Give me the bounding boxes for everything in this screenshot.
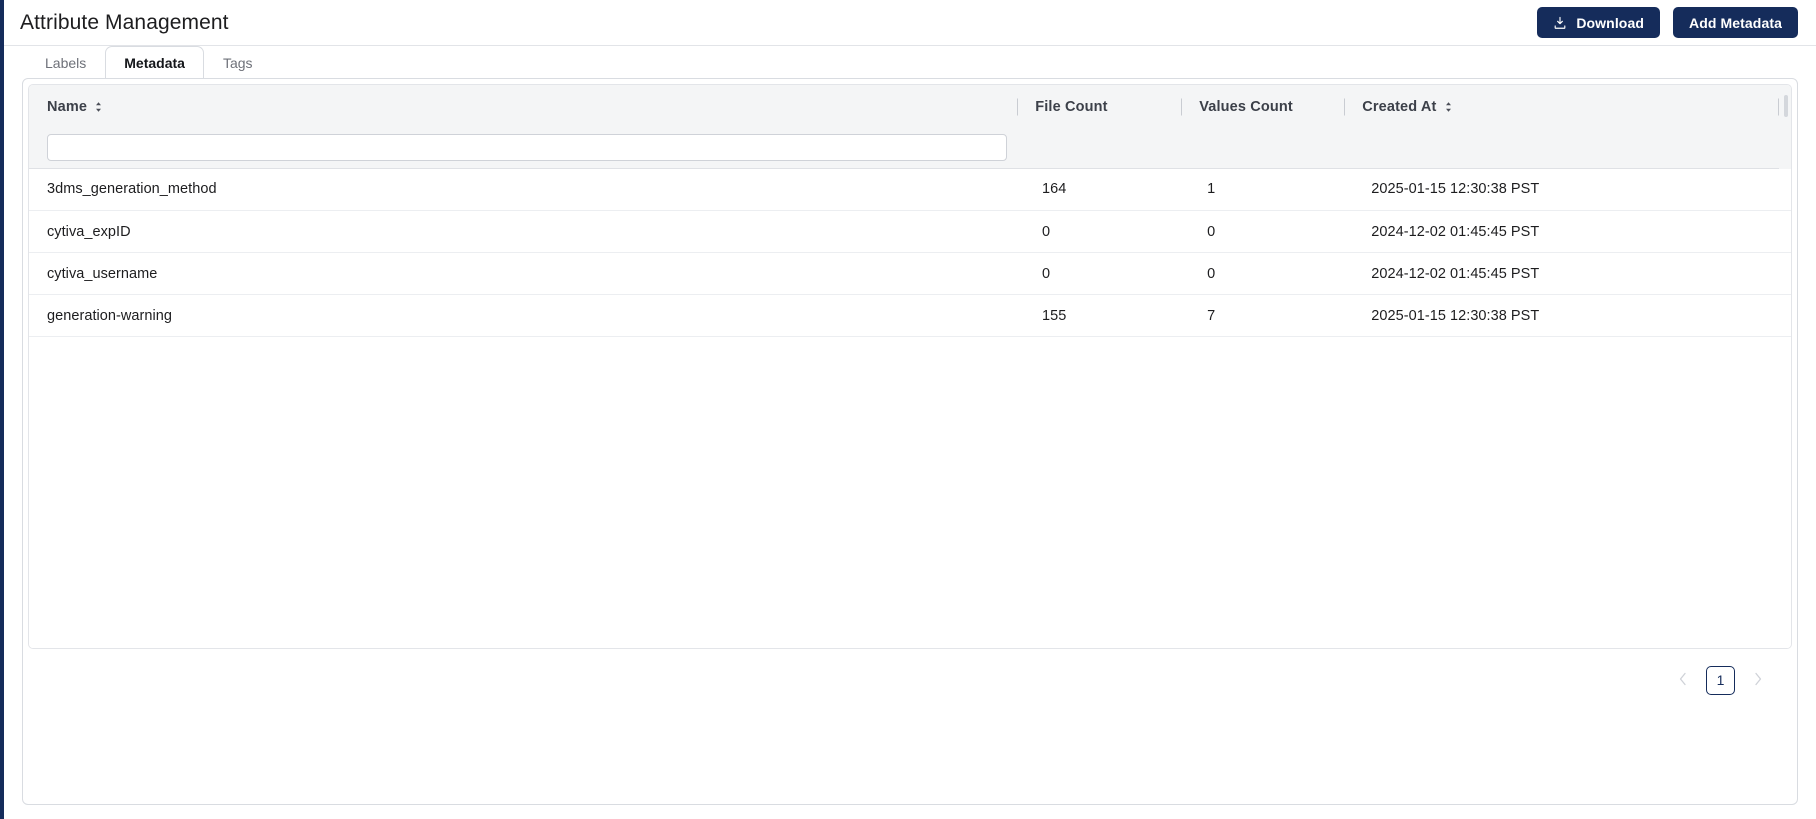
table-row[interactable]: generation-warning 155 7 2025-01-15 12:3…	[29, 295, 1791, 337]
top-bar-actions: Download Add Metadata	[1537, 7, 1798, 38]
tab-labels[interactable]: Labels	[26, 46, 105, 78]
column-header-file-count-label: File Count	[1035, 99, 1107, 115]
top-bar: Attribute Management Download Add Metada…	[4, 0, 1816, 46]
tab-bar: Labels Metadata Tags	[4, 46, 1816, 78]
cell-name: cytiva_expID	[29, 211, 1024, 253]
column-divider	[1778, 98, 1779, 115]
table-row[interactable]: cytiva_username 0 0 2024-12-02 01:45:45 …	[29, 253, 1791, 295]
table-row[interactable]: 3dms_generation_method 164 1 2025-01-15 …	[29, 169, 1791, 211]
sort-chevrons-icon[interactable]	[1444, 101, 1453, 113]
column-header-values-count[interactable]: Values Count	[1181, 85, 1344, 128]
table-row[interactable]: cytiva_expID 0 0 2024-12-02 01:45:45 PST	[29, 211, 1791, 253]
column-divider	[1181, 98, 1182, 115]
cell-file-count: 164	[1024, 169, 1189, 211]
pagination-page-1-button[interactable]: 1	[1706, 666, 1735, 695]
cell-values-count: 0	[1189, 253, 1353, 295]
file-count-link[interactable]: 0	[1042, 266, 1050, 282]
column-header-name[interactable]: Name	[29, 85, 1017, 128]
chevron-left-icon	[1678, 672, 1688, 689]
cell-file-count: 155	[1024, 295, 1189, 337]
cell-name: 3dms_generation_method	[29, 169, 1024, 211]
sort-chevrons-icon[interactable]	[94, 101, 103, 113]
values-count-link[interactable]: 0	[1207, 224, 1215, 240]
column-divider	[1017, 98, 1018, 115]
column-header-created-at-label: Created At	[1362, 99, 1436, 115]
download-button-label: Download	[1576, 15, 1644, 31]
file-count-link[interactable]: 0	[1042, 224, 1050, 240]
filter-cell-file-count	[1017, 128, 1181, 168]
page-title: Attribute Management	[20, 12, 229, 33]
cell-created-at: 2025-01-15 12:30:38 PST	[1353, 169, 1791, 211]
filter-cell-values-count	[1181, 128, 1344, 168]
cell-values-count: 1	[1189, 169, 1353, 211]
values-count-link[interactable]: 0	[1207, 266, 1215, 282]
add-metadata-button-label: Add Metadata	[1689, 15, 1782, 31]
download-button[interactable]: Download	[1537, 7, 1660, 38]
metadata-table: Name	[28, 84, 1792, 649]
table-filter-row	[29, 128, 1779, 168]
add-metadata-button[interactable]: Add Metadata	[1673, 7, 1798, 38]
table-body-grid: 3dms_generation_method 164 1 2025-01-15 …	[29, 169, 1791, 338]
column-header-created-at[interactable]: Created At	[1344, 85, 1779, 128]
name-filter-input[interactable]	[47, 134, 1007, 161]
file-count-link[interactable]: 155	[1042, 308, 1066, 324]
chevron-right-icon	[1753, 672, 1763, 689]
pagination-next-button[interactable]	[1747, 669, 1769, 691]
download-icon	[1553, 16, 1567, 30]
pagination-prev-button[interactable]	[1672, 669, 1694, 691]
cell-file-count: 0	[1024, 253, 1189, 295]
values-count-link[interactable]: 7	[1207, 308, 1215, 324]
tab-tags-label: Tags	[223, 55, 253, 71]
table-header-area: Name	[29, 85, 1791, 169]
table-body-scroll[interactable]: 3dms_generation_method 164 1 2025-01-15 …	[29, 169, 1791, 649]
cell-name: cytiva_username	[29, 253, 1024, 295]
cell-created-at: 2025-01-15 12:30:38 PST	[1353, 295, 1791, 337]
header-scrollbar-thumb[interactable]	[1784, 95, 1788, 117]
table-header-row: Name	[29, 85, 1779, 128]
table-header-grid: Name	[29, 85, 1779, 169]
file-count-link[interactable]: 164	[1042, 181, 1066, 197]
pagination: 1	[23, 649, 1797, 711]
cell-file-count: 0	[1024, 211, 1189, 253]
metadata-card: Name	[22, 78, 1798, 805]
content-area: Name	[4, 78, 1816, 819]
cell-created-at: 2024-12-02 01:45:45 PST	[1353, 253, 1791, 295]
column-header-file-count[interactable]: File Count	[1017, 85, 1181, 128]
cell-created-at: 2024-12-02 01:45:45 PST	[1353, 211, 1791, 253]
cell-values-count: 7	[1189, 295, 1353, 337]
column-header-values-count-label: Values Count	[1199, 99, 1293, 115]
values-count-link[interactable]: 1	[1207, 181, 1215, 197]
page-root: Attribute Management Download Add Metada…	[4, 0, 1816, 819]
filter-cell-created-at	[1344, 128, 1779, 168]
cell-values-count: 0	[1189, 211, 1353, 253]
tab-labels-label: Labels	[45, 55, 86, 71]
table-body: 3dms_generation_method 164 1 2025-01-15 …	[29, 169, 1791, 337]
filter-cell-name	[29, 128, 1017, 168]
tab-tags[interactable]: Tags	[204, 46, 272, 78]
tab-metadata-label: Metadata	[124, 55, 185, 71]
column-header-name-label: Name	[47, 99, 87, 115]
column-divider	[1344, 98, 1345, 115]
tab-metadata[interactable]: Metadata	[105, 46, 204, 78]
pagination-page-number: 1	[1717, 672, 1725, 688]
cell-name: generation-warning	[29, 295, 1024, 337]
